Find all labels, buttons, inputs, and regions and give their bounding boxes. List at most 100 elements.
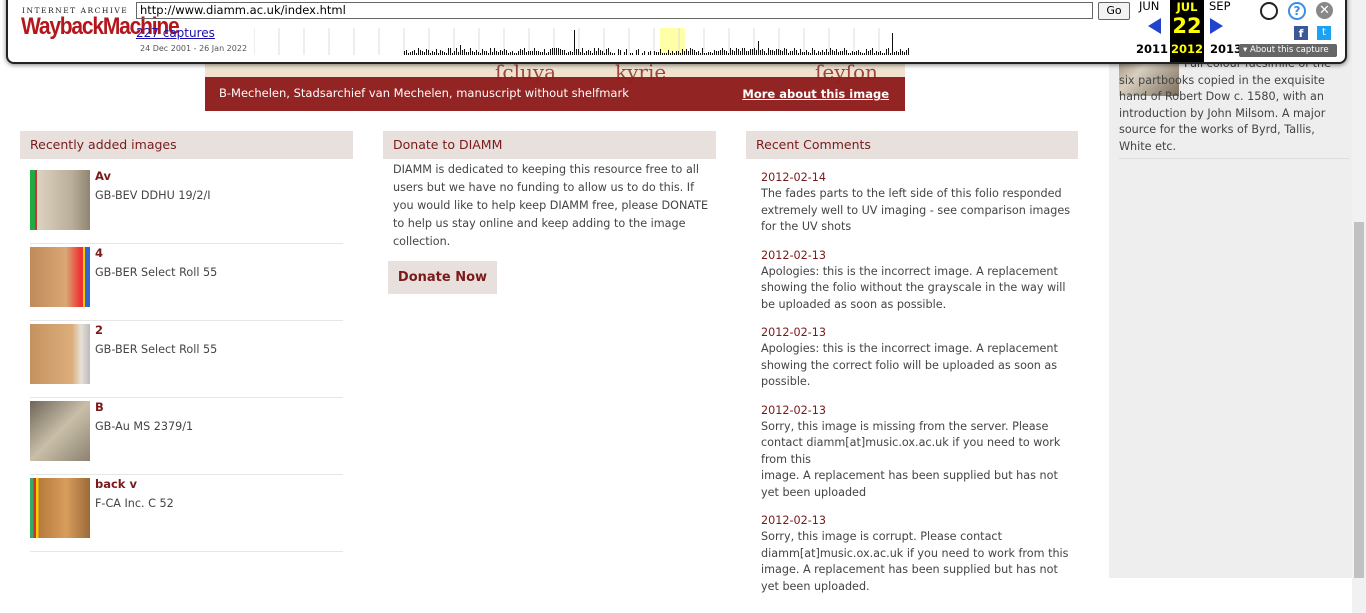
capture-bar: [884, 53, 885, 55]
image-title-link[interactable]: Av: [95, 169, 111, 183]
capture-bar: [532, 51, 533, 55]
capture-bar: [420, 50, 421, 55]
capture-bar: [582, 48, 583, 55]
capture-bar: [620, 50, 621, 55]
capture-bar: [810, 53, 811, 55]
capture-bar: [762, 49, 763, 55]
capture-bar: [698, 51, 699, 55]
donate-now-button[interactable]: Donate Now: [388, 261, 497, 294]
capture-bar: [510, 52, 511, 55]
image-thumbnail[interactable]: [30, 478, 90, 538]
capture-bar: [798, 53, 799, 55]
prev-year[interactable]: 2011: [1136, 42, 1168, 56]
capture-bar: [584, 53, 585, 55]
capture-bar: [772, 50, 773, 55]
capture-histogram[interactable]: [254, 28, 910, 55]
capture-bar: [574, 30, 575, 55]
capture-bar: [614, 53, 615, 55]
prev-month[interactable]: JUN: [1139, 0, 1159, 13]
capture-bar: [670, 53, 671, 55]
recently-added-heading: Recently added images: [20, 131, 353, 159]
next-year[interactable]: 2013: [1210, 42, 1242, 56]
twitter-icon[interactable]: t: [1317, 26, 1331, 40]
capture-bar: [788, 53, 789, 55]
captures-link[interactable]: 227 captures: [136, 26, 215, 40]
capture-bar: [456, 48, 457, 55]
comment-date-link[interactable]: 2012-02-13: [761, 404, 826, 417]
capture-bar: [624, 52, 625, 55]
capture-bar: [738, 49, 739, 55]
capture-bar: [866, 49, 867, 55]
image-thumbnail[interactable]: [30, 247, 90, 307]
facebook-icon[interactable]: f: [1294, 26, 1308, 40]
next-month[interactable]: SEP: [1209, 0, 1231, 13]
capture-bar: [580, 52, 581, 55]
capture-bar: [638, 49, 639, 55]
image-thumbnail[interactable]: [30, 170, 90, 230]
image-thumbnail[interactable]: [30, 324, 90, 384]
capture-bar: [632, 53, 633, 55]
capture-bar: [790, 51, 791, 55]
comment-date-link[interactable]: 2012-02-13: [761, 514, 826, 527]
list-item[interactable]: B GB-Au MS 2379/1: [30, 399, 343, 475]
prev-capture-arrow-icon[interactable]: [1148, 18, 1161, 34]
capture-bar: [480, 53, 481, 55]
capture-bar: [718, 51, 719, 55]
capture-bar: [898, 52, 899, 55]
capture-bar: [424, 52, 425, 55]
image-title-link[interactable]: 2: [95, 323, 103, 337]
list-item[interactable]: Av GB-BEV DDHU 19/2/I: [30, 168, 343, 244]
capture-bar: [428, 50, 429, 55]
list-item[interactable]: back v F-CA Inc. C 52: [30, 476, 343, 552]
capture-bar: [562, 50, 563, 55]
capture-bar: [472, 51, 473, 55]
next-capture-arrow-icon[interactable]: [1210, 18, 1223, 34]
capture-bar: [896, 51, 897, 55]
capture-bar: [692, 49, 693, 55]
about-capture-button[interactable]: ▾ About this capture: [1239, 44, 1337, 57]
capture-bar: [808, 52, 809, 55]
capture-bar: [596, 51, 597, 55]
more-about-image-link[interactable]: More about this image: [742, 87, 889, 101]
capture-bar: [760, 50, 761, 55]
capture-bar: [408, 53, 409, 55]
capture-bar: [592, 53, 593, 55]
capture-bar: [756, 50, 757, 55]
capture-bar: [686, 49, 687, 55]
capture-bar: [500, 50, 501, 55]
list-item[interactable]: 2 GB-BER Select Roll 55: [30, 322, 343, 398]
capture-bar: [700, 53, 701, 55]
image-title-link[interactable]: 4: [95, 246, 103, 260]
list-item[interactable]: 4 GB-BER Select Roll 55: [30, 245, 343, 321]
capture-bar: [674, 53, 675, 55]
capture-bar: [850, 53, 851, 55]
image-thumbnail[interactable]: [30, 401, 90, 461]
go-button[interactable]: Go: [1098, 2, 1130, 20]
capture-bar: [444, 52, 445, 55]
capture-bar: [418, 48, 419, 55]
comment-date-link[interactable]: 2012-02-13: [761, 249, 826, 262]
capture-bar: [888, 48, 889, 55]
close-icon[interactable]: ✕: [1316, 2, 1333, 19]
url-input[interactable]: http://www.diamm.ac.uk/index.html: [136, 2, 1093, 19]
capture-bar: [426, 49, 427, 55]
capture-bar: [752, 49, 753, 55]
comment-date-link[interactable]: 2012-02-14: [761, 171, 826, 184]
capture-bar: [786, 49, 787, 55]
capture-bar: [452, 53, 453, 55]
capture-bar: [438, 53, 439, 55]
capture-bar: [680, 53, 681, 55]
scrollbar[interactable]: [1352, 0, 1366, 613]
capture-bar: [882, 53, 883, 55]
help-icon[interactable]: ?: [1288, 2, 1306, 20]
image-title-link[interactable]: B: [95, 400, 104, 414]
capture-bar: [542, 52, 543, 55]
scrollbar-thumb[interactable]: [1354, 222, 1364, 578]
image-title-link[interactable]: back v: [95, 477, 137, 491]
comments-list: 2012-02-14 The fades parts to the left s…: [761, 166, 1073, 603]
capture-bar: [724, 50, 725, 55]
capture-bar: [734, 51, 735, 55]
capture-bar: [782, 51, 783, 55]
comment-date-link[interactable]: 2012-02-13: [761, 326, 826, 339]
user-icon[interactable]: [1260, 2, 1278, 20]
